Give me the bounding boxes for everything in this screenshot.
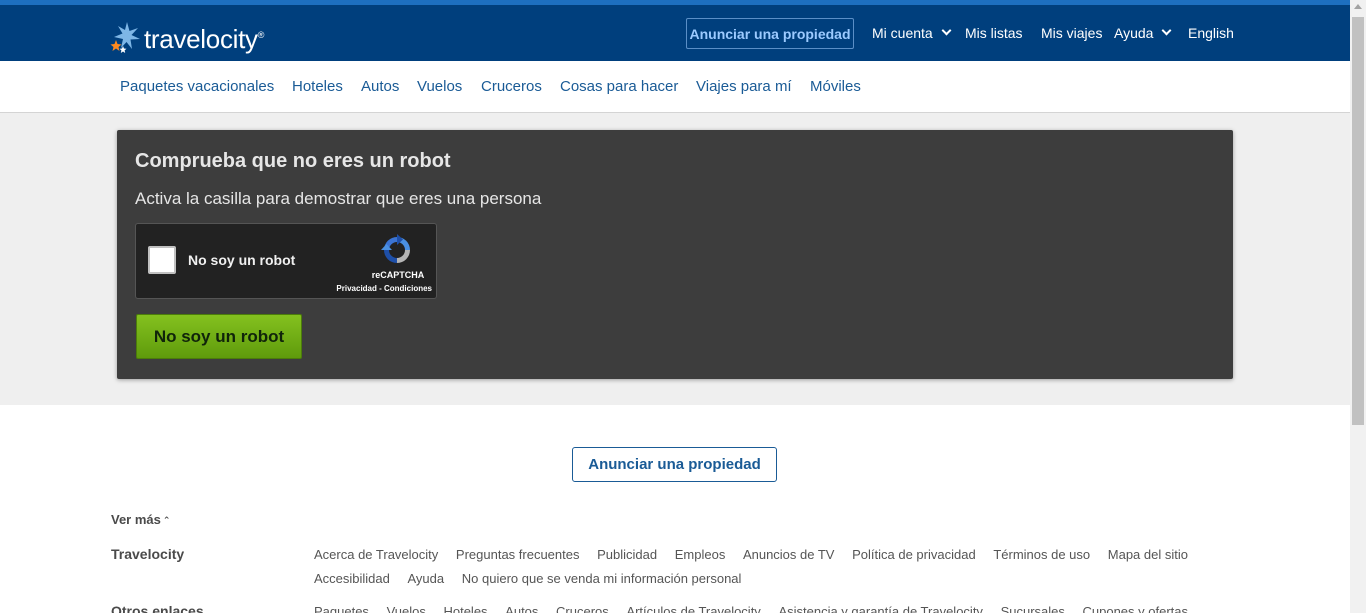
recaptcha-logo-icon — [381, 234, 410, 263]
nav-things-to-do[interactable]: Cosas para hacer — [560, 78, 678, 95]
footer-link[interactable]: Cruceros — [556, 600, 609, 613]
my-trips-label: Mis viajes — [1041, 25, 1103, 41]
footer-link[interactable]: Mapa del sitio — [1108, 543, 1188, 567]
vertical-scrollbar[interactable] — [1350, 0, 1366, 613]
footer-section-other-title: Otros enlaces — [111, 603, 204, 613]
nav-trips-for-me[interactable]: Viajes para mí — [696, 78, 792, 95]
scroll-up-arrow-icon[interactable] — [1354, 4, 1362, 9]
footer-link[interactable]: Publicidad — [597, 543, 657, 567]
see-more-label: Ver más — [111, 512, 161, 527]
footer-link[interactable]: Política de privacidad — [852, 543, 976, 567]
captcha-panel: Comprueba que no eres un robot Activa la… — [117, 130, 1233, 379]
travelocity-logo[interactable]: travelocity® — [110, 17, 264, 57]
footer-section-travelocity-title: Travelocity — [111, 546, 185, 562]
help-menu[interactable]: Ayuda — [1114, 25, 1172, 41]
footer-link[interactable]: Artículos de Travelocity — [626, 600, 760, 613]
nav-flights[interactable]: Vuelos — [417, 78, 462, 95]
help-label: Ayuda — [1114, 25, 1154, 41]
footer-link[interactable]: Empleos — [675, 543, 726, 567]
my-lists-label: Mis listas — [965, 25, 1023, 41]
my-lists-link[interactable]: Mis listas — [965, 25, 1023, 41]
nav-cars[interactable]: Autos — [361, 78, 399, 95]
footer-link[interactable]: Acerca de Travelocity — [314, 543, 438, 567]
footer-link[interactable]: Sucursales — [1001, 600, 1065, 613]
captcha-subtitle: Activa la casilla para demostrar que ere… — [135, 189, 542, 208]
footer-link[interactable]: Cupones y ofertas — [1083, 600, 1189, 613]
footer-link[interactable]: Hoteles — [443, 600, 487, 613]
footer-link[interactable]: Anuncios de TV — [743, 543, 835, 567]
recaptcha-terms-link[interactable]: Privacidad - Condiciones — [332, 284, 432, 293]
logo-text: travelocity® — [144, 23, 265, 54]
footer-link[interactable]: Términos de uso — [993, 543, 1090, 567]
my-account-menu[interactable]: Mi cuenta — [872, 25, 952, 41]
footer-link[interactable]: Asistencia y garantía de Travelocity — [778, 600, 983, 613]
my-trips-link[interactable]: Mis viajes — [1041, 25, 1102, 41]
my-account-label: Mi cuenta — [872, 25, 933, 41]
recaptcha-brand: reCAPTCHA — [371, 270, 425, 280]
list-property-button[interactable]: Anunciar una propiedad — [686, 18, 854, 49]
footer-link[interactable]: Autos — [505, 600, 538, 613]
not-robot-button[interactable]: No soy un robot — [136, 314, 302, 359]
nav-vacation-packages[interactable]: Paquetes vacacionales — [120, 78, 274, 95]
nav-mobile[interactable]: Móviles — [810, 78, 861, 95]
language-link[interactable]: English — [1188, 25, 1234, 41]
footer-section-other-links: Paquetes Vuelos Hoteles Autos Cruceros A… — [314, 600, 1214, 613]
chevron-down-icon — [941, 25, 952, 35]
captcha-title: Comprueba que no eres un robot — [135, 150, 451, 172]
footer-link[interactable]: Paquetes — [314, 600, 369, 613]
footer-link[interactable]: Preguntas frecuentes — [456, 543, 580, 567]
language-label: English — [1188, 25, 1234, 41]
see-more-toggle[interactable]: Ver más ⌃ — [111, 512, 170, 527]
footer-link[interactable]: Vuelos — [387, 600, 426, 613]
footer-link[interactable]: No quiero que se venda mi información pe… — [462, 567, 742, 591]
footer-section-travelocity-links: Acerca de Travelocity Preguntas frecuent… — [314, 543, 1214, 591]
scrollbar-thumb[interactable] — [1352, 17, 1364, 425]
recaptcha-checkbox[interactable] — [148, 246, 176, 274]
chevron-down-icon — [1162, 25, 1172, 35]
footer-link[interactable]: Ayuda — [408, 567, 445, 591]
footer-list-property-button[interactable]: Anunciar una propiedad — [572, 447, 777, 482]
product-nav: Paquetes vacacionales Hoteles Autos Vuel… — [0, 61, 1350, 113]
gnome-star-icon — [110, 22, 140, 53]
recaptcha-widget: No soy un robot reCAPTCHA Privacidad - C… — [135, 223, 437, 299]
top-header: travelocity® Anunciar una propiedad Mi c… — [0, 0, 1350, 61]
footer-link[interactable]: Accesibilidad — [314, 567, 390, 591]
recaptcha-checkbox-label: No soy un robot — [188, 252, 296, 268]
nav-hotels[interactable]: Hoteles — [292, 78, 343, 95]
nav-cruises[interactable]: Cruceros — [481, 78, 542, 95]
chevron-up-double-icon: ⌃ — [162, 515, 171, 525]
